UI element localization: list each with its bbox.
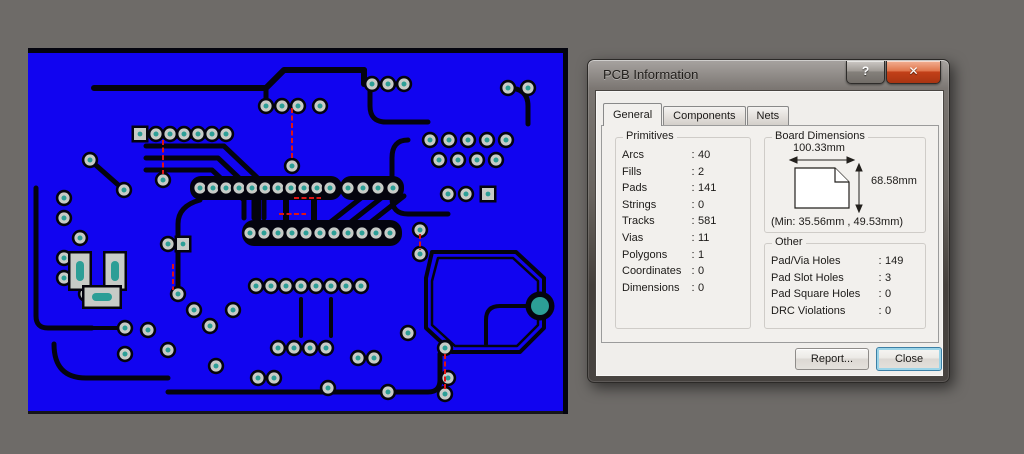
separator: : [691,231,695,244]
primitive-value: 0 [698,281,705,294]
other-value: 0 [885,304,892,317]
primitive-label: Polygons [622,248,668,261]
help-button[interactable]: ? [846,61,885,84]
primitives-group-title: Primitives [623,130,677,142]
primitive-value: 11 [698,231,710,244]
pcb-layout-view[interactable] [28,48,568,414]
table-row: DRC Violations:0 [771,303,923,320]
primitive-label: Fills [622,165,642,178]
separator: : [691,165,695,178]
primitives-group: Primitives Arcs:40 Fills:2 Pads:141 Stri… [615,130,751,329]
tab-general[interactable]: General [603,103,663,126]
primitive-label: Vias [622,231,644,244]
primitive-value: 1 [698,248,705,261]
other-label: DRC Violations [771,304,846,317]
board-dimensions-group-title: Board Dimensions [772,130,868,142]
board-height-value: 68.58mm [871,175,917,187]
other-group-title: Other [772,236,806,248]
large-via-pad [525,291,555,321]
table-row: Pad Square Holes:0 [771,286,923,303]
separator: : [691,248,695,261]
other-label: Pad Slot Holes [771,271,844,284]
table-row: Fills:2 [622,164,748,181]
dialog-title: PCB Information [603,67,699,82]
tab-page-general: Primitives Arcs:40 Fills:2 Pads:141 Stri… [601,125,939,343]
primitive-label: Dimensions [622,281,680,294]
primitive-label: Arcs [622,149,644,161]
other-value: 149 [885,255,904,267]
dialog-client-area: General Components Nets Primitives Arcs:… [595,90,944,377]
tab-components[interactable]: Components [663,106,746,125]
primitive-value: 40 [698,149,711,161]
separator: : [691,149,695,161]
other-value: 0 [885,288,892,301]
table-row: Pad/Via Holes:149 [771,253,923,270]
primitive-label: Coordinates [622,265,682,278]
primitives-rows: Arcs:40 Fills:2 Pads:141 Strings:0 Track… [622,147,748,296]
board-dimensions-group: Board Dimensions 100.33mm 68.58mm (Min: … [764,130,926,233]
primitive-label: Strings [622,198,657,211]
other-rows: Pad/Via Holes:149 Pad Slot Holes:3 Pad S… [771,253,923,319]
tab-strip: General Components Nets [603,103,790,126]
primitive-value: 141 [698,182,717,195]
table-row: Dimensions:0 [622,280,748,297]
separator: : [691,182,695,195]
report-button[interactable]: Report... [795,348,869,370]
primitive-value: 581 [698,215,717,228]
other-group: Other Pad/Via Holes:149 Pad Slot Holes:3… [764,236,926,329]
help-icon: ? [861,64,870,78]
tab-nets[interactable]: Nets [746,106,790,125]
pcb-information-dialog: PCB Information ? ✕ General Components N… [587,59,950,383]
separator: : [691,281,695,294]
table-row: Vias:11 [622,230,748,247]
board-width-value: 100.33mm [793,142,845,154]
separator: : [878,271,882,284]
table-row: Polygons:1 [622,247,748,264]
primitive-label: Pads [622,182,648,195]
table-row: Arcs:40 [622,147,748,164]
primitive-value: 2 [698,165,705,178]
board-min-value: (Min: 35.56mm , 49.53mm) [771,216,904,228]
separator: : [878,255,882,267]
pcb-artwork [28,48,568,414]
table-row: Pads:141 [622,180,748,197]
separator: : [878,288,882,301]
primitive-value: 0 [698,265,705,278]
separator: : [878,304,882,317]
close-icon: ✕ [908,64,919,78]
primitive-label: Tracks [622,215,655,228]
table-row: Pad Slot Holes:3 [771,270,923,287]
table-row: Tracks:581 [622,213,748,230]
separator: : [691,265,695,278]
table-row: Coordinates:0 [622,263,748,280]
close-button[interactable]: ✕ [886,61,941,84]
other-label: Pad/Via Holes [771,255,841,267]
titlebar[interactable]: PCB Information ? ✕ [588,60,949,90]
other-value: 3 [885,271,892,284]
close-dialog-button[interactable]: Close [876,347,942,371]
other-label: Pad Square Holes [771,288,861,301]
table-row: Strings:0 [622,197,748,214]
separator: : [691,215,695,228]
separator: : [691,198,695,211]
primitive-value: 0 [698,198,705,211]
